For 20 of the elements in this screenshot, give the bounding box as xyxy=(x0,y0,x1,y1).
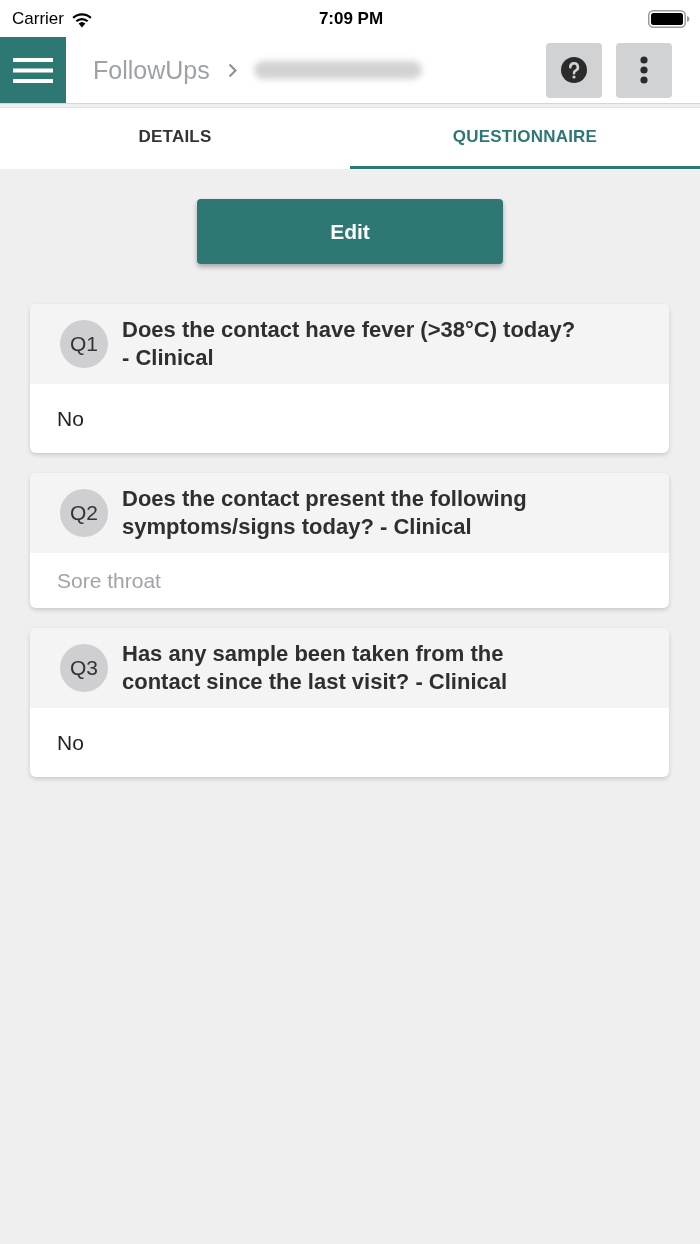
question-text: Does the contact present the following symptoms/signs today? - Clinical xyxy=(122,485,528,541)
answer-text: Sore throat xyxy=(56,567,162,594)
chevron-right-icon xyxy=(227,62,237,78)
battery-icon xyxy=(648,9,690,28)
help-icon xyxy=(561,57,587,83)
question-number-badge: Q3 xyxy=(60,644,108,692)
more-icon xyxy=(640,56,648,84)
answer-text: No xyxy=(56,405,85,432)
menu-button[interactable] xyxy=(0,37,66,103)
more-options-button[interactable] xyxy=(616,42,672,98)
question-text: Has any sample been taken from the contact since the last visit? - Clinical xyxy=(122,640,509,696)
question-number-badge: Q2 xyxy=(60,489,108,537)
question-number-badge: Q1 xyxy=(60,320,108,368)
clock-time: 7:09 PM xyxy=(318,8,384,29)
carrier-name: Carrier xyxy=(12,8,64,29)
help-button[interactable] xyxy=(546,42,602,98)
menu-icon xyxy=(13,57,53,83)
answer-text: No xyxy=(56,729,85,756)
edit-button[interactable]: Edit xyxy=(197,199,503,264)
question-text: Does the contact have fever (>38°C) today? - Clinical xyxy=(122,316,577,372)
